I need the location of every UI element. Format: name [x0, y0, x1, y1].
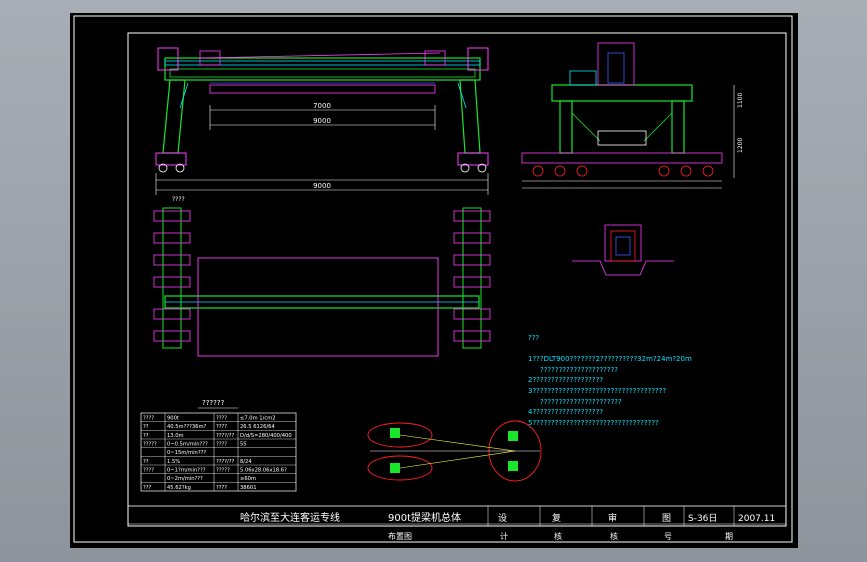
table-cell: 0~0.5m/min???	[167, 441, 208, 447]
table-cell: ????	[216, 485, 227, 491]
drawing-title: 900t提梁机总体	[388, 511, 461, 524]
note-1b: ?????????????????????	[540, 366, 618, 374]
table-cell: ?????	[143, 441, 157, 447]
table-cell: ????	[216, 415, 227, 421]
drawing-subtitle: 布置图	[388, 531, 412, 541]
review-label: 审	[608, 512, 617, 524]
table-cell: ????	[216, 424, 227, 430]
review-label-2: 核	[610, 531, 618, 541]
design-label-2: 计	[500, 531, 508, 541]
girder-section-view	[572, 224, 674, 276]
table-cell: 900t	[167, 415, 179, 421]
table-cell: 5.06x28.06x18.6?	[240, 467, 287, 473]
table-cell: 38601	[240, 485, 257, 491]
notes-heading: ???	[528, 334, 539, 342]
note-3b: ??????????????????????	[540, 398, 622, 406]
technical-notes: ??? 1???DLT900???????2??????????32m?24m?…	[528, 334, 692, 427]
table-cell: 0~2m/min???	[167, 476, 203, 482]
check-label: 复	[552, 512, 561, 524]
top-label: ????	[172, 196, 185, 203]
front-dim-2: 9000	[313, 117, 331, 125]
drawing-no-label: 图	[662, 513, 671, 524]
note-5: 5??????????????????????????????????	[528, 419, 659, 427]
table-cell: ??	[143, 424, 149, 430]
note-2: 2???????????????????	[528, 376, 603, 384]
steering-diagram	[367, 420, 542, 482]
table-cell: 13.0m	[167, 433, 184, 439]
side-elevation-view: 1100 1200	[521, 42, 744, 189]
table-cell: ????	[143, 467, 154, 473]
drawing-number: S-36日	[688, 513, 717, 524]
note-1: 1???DLT900???????2??????????32m?24m?20m	[528, 355, 692, 363]
drawing-no-label-2: 号	[664, 532, 672, 541]
title-block: 哈尔滨至大连客运专线 900t提梁机总体 布置图 设 计 复 核 审 核 图 号…	[127, 505, 787, 541]
table-cell: ???	[143, 485, 152, 491]
table-cell: 0~15m/min???	[167, 450, 206, 456]
table-cell: ??	[143, 433, 149, 439]
side-dim-2: 1200	[737, 138, 744, 153]
table-cell: 26.5 6126/64	[240, 424, 275, 430]
cad-drawing-canvas[interactable]: 7000 9000 9000 1100 1200 ???? ?????? ???…	[70, 13, 798, 548]
note-4: 4???????????????????	[528, 408, 603, 416]
note-3: 3????????????????????????????????????	[528, 387, 666, 395]
project-name: 哈尔滨至大连客运专线	[240, 511, 340, 524]
inner-frame	[127, 32, 787, 527]
table-cell: 40.5m???36m?	[167, 424, 207, 430]
table-cell: 1.5%	[167, 459, 180, 465]
table-cell: ????	[216, 441, 227, 447]
spec-table: ?????? ???? 900t???? ≤7.0m 1/cm2?? 40.5m???…	[140, 399, 297, 492]
table-cell: 55	[240, 441, 247, 447]
table-cell: ≤7.0m 1/cm2	[240, 415, 276, 421]
table-cell: 0~1?m/min???	[167, 467, 206, 473]
front-dim-1: 7000	[313, 102, 331, 110]
drawing-date: 2007.11	[738, 514, 775, 524]
table-cell: 8/24	[240, 459, 252, 465]
design-label: 设	[498, 513, 507, 524]
table-cell: D/d/S=280/400/400	[240, 433, 292, 439]
table-cell: ????	[143, 415, 154, 421]
table-cell: ?????	[216, 467, 230, 473]
table-cell: ????/??	[216, 459, 235, 465]
plan-view: ????	[153, 196, 491, 357]
front-elevation-view: 7000 9000 9000	[155, 47, 489, 195]
table-cell: ??	[143, 459, 149, 465]
front-dim-3: 9000	[313, 182, 331, 190]
table-cell: 45.62?kg	[167, 485, 191, 491]
table-cell: ≥60m	[240, 476, 256, 482]
plan-label: ??????	[202, 399, 225, 407]
table-cell: ????/??	[216, 433, 235, 439]
check-label-2: 核	[554, 531, 562, 541]
date-label: 期	[725, 532, 733, 541]
side-dim-1: 1100	[737, 93, 744, 108]
